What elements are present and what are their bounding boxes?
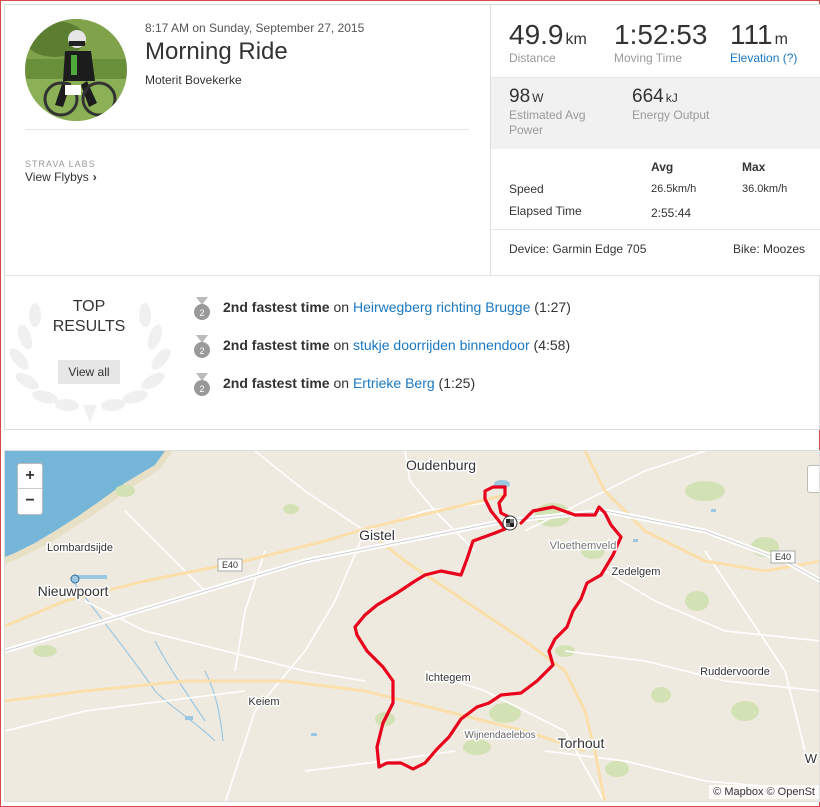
athlete-avatar[interactable] bbox=[25, 19, 127, 121]
finish-flag-icon bbox=[502, 515, 518, 531]
silver-medal-icon: 2 bbox=[194, 335, 210, 358]
result-time: (1:27) bbox=[534, 299, 571, 315]
divider bbox=[5, 275, 819, 276]
speed-max: 36.0km/h bbox=[742, 183, 788, 195]
harbor-icon bbox=[70, 574, 80, 584]
place-label-wijnendaelebos: Wijnendaelebos bbox=[464, 730, 535, 741]
medal-rank: 2 bbox=[199, 384, 204, 394]
result-on: on bbox=[333, 337, 350, 353]
speed-label: Speed bbox=[509, 182, 544, 196]
silver-medal-icon: 2 bbox=[194, 297, 210, 320]
elevation-help-link[interactable]: Elevation (?) bbox=[730, 51, 797, 65]
map-canvas[interactable]: E40 E40 Oudenburg Gistel Lombardsijde Ni… bbox=[5, 451, 820, 802]
elevation-value: 111 bbox=[730, 19, 773, 50]
segment-link[interactable]: stukje doorrijden binnendoor bbox=[353, 337, 530, 353]
result-time: (1:25) bbox=[438, 375, 476, 391]
place-label-oudenburg: Oudenburg bbox=[406, 457, 476, 473]
segment-link[interactable]: Ertrieke Berg bbox=[353, 375, 435, 391]
speed-avg: 26.5km/h bbox=[651, 183, 697, 195]
segment-link[interactable]: Heirwegberg richting Brugge bbox=[353, 299, 530, 315]
energy-value: 664 bbox=[632, 86, 664, 107]
energy-unit: kJ bbox=[665, 91, 678, 105]
energy-label: Energy Output bbox=[632, 108, 710, 122]
top-results-heading-line1: TOP bbox=[72, 298, 106, 315]
moving-time-stat: 1:52:53 Moving Time bbox=[614, 19, 707, 65]
distance-value: 49.9 bbox=[509, 19, 564, 50]
zoom-out-button[interactable]: − bbox=[18, 489, 42, 514]
map-attribution[interactable]: © Mapbox © OpenSt bbox=[709, 785, 819, 799]
elapsed-time-label: Elapsed Time bbox=[509, 204, 582, 218]
divider bbox=[491, 229, 820, 230]
place-label-keiem: Keiem bbox=[248, 696, 279, 708]
place-label-vloethemveld: Vloethemveld bbox=[550, 540, 617, 552]
view-all-button[interactable]: View all bbox=[58, 360, 120, 384]
details-table: Avg Max Speed 26.5km/h 36.0km/h Elapsed … bbox=[491, 149, 820, 275]
e40-shield-left: E40 bbox=[217, 558, 243, 572]
e40-shield-right: E40 bbox=[770, 550, 796, 564]
activity-title: Morning Ride bbox=[145, 38, 288, 65]
activity-summary-panel: 8:17 AM on Sunday, September 27, 2015 Mo… bbox=[4, 4, 820, 430]
distance-stat: 49.9 km Distance bbox=[509, 19, 587, 65]
result-rank: 2nd fastest time bbox=[223, 299, 330, 315]
place-label-ichtegem: Ichtegem bbox=[425, 672, 470, 684]
place-label-gistel: Gistel bbox=[359, 527, 395, 543]
activity-location: Moterit Bovekerke bbox=[145, 73, 242, 87]
distance-label: Distance bbox=[509, 51, 556, 65]
place-label-zedelgem: Zedelgem bbox=[612, 566, 661, 578]
chevron-right-icon: › bbox=[92, 170, 97, 184]
top-results-heading: TOP RESULTS bbox=[25, 297, 153, 337]
top-results-heading-line2: RESULTS bbox=[52, 318, 126, 335]
result-rank: 2nd fastest time bbox=[223, 337, 330, 353]
avg-column-header: Avg bbox=[651, 160, 674, 174]
bike-info: Bike: Moozes bbox=[733, 242, 806, 256]
svg-text:E40: E40 bbox=[775, 552, 791, 562]
silver-medal-icon: 2 bbox=[194, 373, 210, 396]
divider bbox=[25, 129, 469, 130]
moving-time-value: 1:52:53 bbox=[614, 19, 708, 50]
place-label-nieuwpoort: Nieuwpoort bbox=[38, 583, 109, 599]
route-map[interactable]: E40 E40 Oudenburg Gistel Lombardsijde Ni… bbox=[4, 450, 820, 802]
moving-time-label: Moving Time bbox=[614, 51, 683, 65]
svg-text:E40: E40 bbox=[222, 560, 238, 570]
power-label-line2: Power bbox=[509, 123, 544, 137]
result-rank: 2nd fastest time bbox=[223, 375, 330, 391]
zoom-controls: + − bbox=[17, 463, 43, 515]
view-flybys-link[interactable]: View Flybys › bbox=[25, 170, 97, 184]
energy-stat: 664 kJ Energy Output bbox=[632, 86, 709, 123]
result-on: on bbox=[333, 299, 350, 315]
distance-unit: km bbox=[565, 31, 587, 48]
zoom-in-button[interactable]: + bbox=[18, 464, 42, 489]
result-on: on bbox=[333, 375, 350, 391]
power-value: 98 bbox=[509, 86, 531, 107]
max-column-header: Max bbox=[742, 160, 766, 174]
primary-stats: 49.9 km Distance 1:52:53 Moving Time 111 m… bbox=[491, 5, 820, 77]
medal-rank: 2 bbox=[199, 308, 204, 318]
strava-labs-tag: STRAVA LABS bbox=[25, 159, 96, 169]
activity-datetime: 8:17 AM on Sunday, September 27, 2015 bbox=[145, 21, 365, 35]
place-label-lombardsijde: Lombardsijde bbox=[47, 542, 113, 554]
power-unit: W bbox=[532, 91, 544, 105]
view-flybys-label: View Flybys bbox=[25, 170, 89, 184]
stats-panel: 49.9 km Distance 1:52:53 Moving Time 111 m… bbox=[490, 5, 820, 275]
fullscreen-button[interactable] bbox=[807, 465, 819, 493]
device-info: Device: Garmin Edge 705 bbox=[509, 242, 647, 256]
medal-rank: 2 bbox=[199, 346, 204, 356]
place-label-w: W bbox=[805, 751, 818, 766]
elevation-unit: m bbox=[774, 31, 788, 48]
power-stat: 98 W Estimated Avg Power bbox=[509, 86, 586, 138]
secondary-stats: 98 W Estimated Avg Power 664 kJ Energy Out… bbox=[491, 77, 820, 149]
elevation-stat: 111 m Elevation (?) bbox=[730, 19, 797, 65]
result-time: (4:58) bbox=[533, 337, 571, 353]
place-label-ruddervoorde: Ruddervoorde bbox=[700, 666, 770, 678]
elapsed-time-avg: 2:55:44 bbox=[651, 206, 692, 220]
place-label-torhout: Torhout bbox=[558, 735, 605, 751]
power-label-line1: Estimated Avg bbox=[509, 108, 586, 122]
